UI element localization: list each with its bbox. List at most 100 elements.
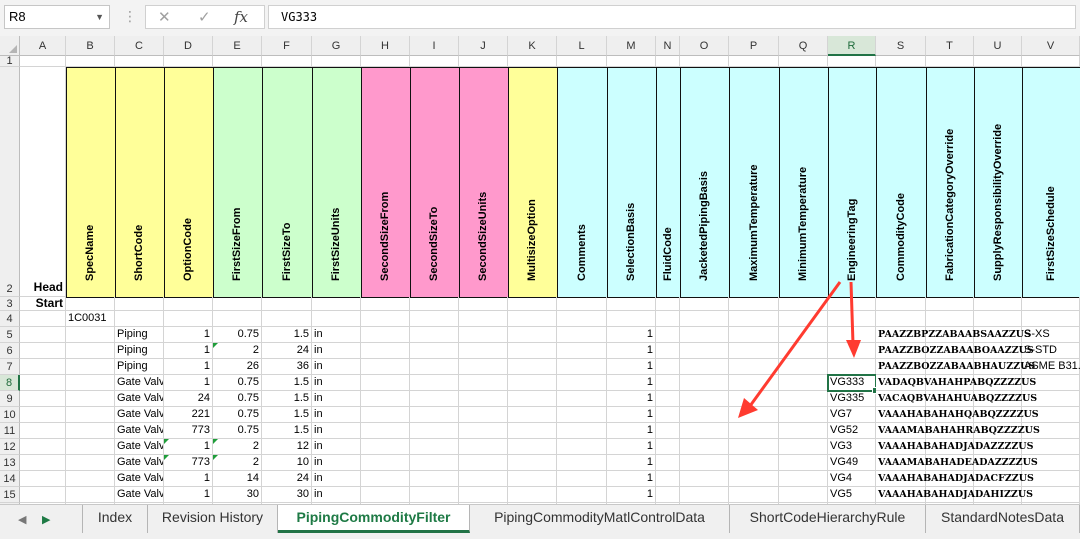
cell-m11[interactable]: 1 bbox=[607, 423, 656, 439]
cell-s10[interactable]: VAAAHABAHAHQABQZZZZUS bbox=[876, 407, 1039, 423]
cell-i9[interactable] bbox=[410, 391, 459, 407]
cell-t3[interactable] bbox=[926, 297, 974, 311]
cell-d7[interactable]: 1 bbox=[164, 359, 213, 375]
cell-o5[interactable] bbox=[680, 327, 729, 343]
cell-b13[interactable] bbox=[66, 455, 115, 471]
cell-q3[interactable] bbox=[779, 297, 828, 311]
cell-l11[interactable] bbox=[557, 423, 607, 439]
cell-c5[interactable]: Piping bbox=[115, 327, 164, 343]
cell-g1[interactable] bbox=[312, 56, 361, 67]
header-cell-m[interactable]: SelectionBasis bbox=[607, 67, 657, 298]
cell-a3[interactable]: Start bbox=[20, 297, 66, 311]
cell-h11[interactable] bbox=[361, 423, 410, 439]
cell-r4[interactable] bbox=[828, 311, 876, 327]
cell-i8[interactable] bbox=[410, 375, 459, 391]
cell-p12[interactable] bbox=[729, 439, 779, 455]
cell-i12[interactable] bbox=[410, 439, 459, 455]
column-header-i[interactable]: I bbox=[410, 36, 459, 56]
header-cell-c[interactable]: ShortCode bbox=[115, 67, 165, 298]
cell-m8[interactable]: 1 bbox=[607, 375, 656, 391]
cell-e4[interactable] bbox=[213, 311, 262, 327]
cell-c10[interactable]: Gate Valve bbox=[115, 407, 164, 423]
cell-j6[interactable] bbox=[459, 343, 508, 359]
insert-function-icon[interactable]: fx bbox=[234, 8, 248, 26]
cell-k8[interactable] bbox=[508, 375, 557, 391]
cell-f6[interactable]: 24 bbox=[262, 343, 312, 359]
cell-s12[interactable]: VAAAHABAHADJADAZZZZUS bbox=[876, 439, 1033, 455]
cell-h13[interactable] bbox=[361, 455, 410, 471]
column-header-l[interactable]: L bbox=[557, 36, 607, 56]
drag-handle-icon[interactable]: ⋮ bbox=[123, 8, 137, 25]
cell-s16[interactable]: VAAAHABAHADKADACFZZUS bbox=[876, 503, 926, 504]
cell-m10[interactable]: 1 bbox=[607, 407, 656, 423]
cell-m7[interactable]: 1 bbox=[607, 359, 656, 375]
cell-a4[interactable] bbox=[20, 311, 66, 327]
cell-f3[interactable] bbox=[262, 297, 312, 311]
cell-p9[interactable] bbox=[729, 391, 779, 407]
header-cell-e[interactable]: FirstSizeFrom bbox=[213, 67, 263, 298]
cell-f7[interactable]: 36 bbox=[262, 359, 312, 375]
cell-e10[interactable]: 0.75 bbox=[213, 407, 262, 423]
cell-m4[interactable] bbox=[607, 311, 656, 327]
cell-j10[interactable] bbox=[459, 407, 508, 423]
cell-l1[interactable] bbox=[557, 56, 607, 67]
cell-i11[interactable] bbox=[410, 423, 459, 439]
cell-f11[interactable]: 1.5 bbox=[262, 423, 312, 439]
row-header-5[interactable]: 5 bbox=[0, 327, 20, 343]
cell-s15[interactable]: VAAAHABAHADJADAHIZZUS bbox=[876, 487, 1033, 503]
cell-n7[interactable] bbox=[656, 359, 680, 375]
sheet-tab-revision-history[interactable]: Revision History bbox=[148, 505, 278, 533]
sheet-tab-pipingcommoditymatlcontroldata[interactable]: PipingCommodityMatlControlData bbox=[470, 505, 730, 533]
cell-f10[interactable]: 1.5 bbox=[262, 407, 312, 423]
cell-n10[interactable] bbox=[656, 407, 680, 423]
cell-h9[interactable] bbox=[361, 391, 410, 407]
cell-j14[interactable] bbox=[459, 471, 508, 487]
cell-d10[interactable]: 221 bbox=[164, 407, 213, 423]
cell-f5[interactable]: 1.5 bbox=[262, 327, 312, 343]
cell-h12[interactable] bbox=[361, 439, 410, 455]
header-cell-t[interactable]: FabricationCategoryOverride bbox=[926, 67, 975, 298]
cell-s3[interactable] bbox=[876, 297, 926, 311]
cell-n8[interactable] bbox=[656, 375, 680, 391]
cell-a9[interactable] bbox=[20, 391, 66, 407]
cell-e5[interactable]: 0.75 bbox=[213, 327, 262, 343]
cell-k10[interactable] bbox=[508, 407, 557, 423]
worksheet-grid[interactable]: A B C D E F G H I J K L M N O P Q R S T U V 1 2 Head SpecName Shor… bbox=[0, 36, 1080, 504]
cell-l15[interactable] bbox=[557, 487, 607, 503]
cell-k11[interactable] bbox=[508, 423, 557, 439]
cell-j5[interactable] bbox=[459, 327, 508, 343]
cell-i14[interactable] bbox=[410, 471, 459, 487]
cell-k15[interactable] bbox=[508, 487, 557, 503]
cell-k14[interactable] bbox=[508, 471, 557, 487]
cell-b10[interactable] bbox=[66, 407, 115, 423]
cell-d4[interactable] bbox=[164, 311, 213, 327]
column-header-e[interactable]: E bbox=[213, 36, 262, 56]
cell-i4[interactable] bbox=[410, 311, 459, 327]
cell-k12[interactable] bbox=[508, 439, 557, 455]
column-header-h[interactable]: H bbox=[361, 36, 410, 56]
header-cell-q[interactable]: MinimumTemperature bbox=[779, 67, 829, 298]
cell-e1[interactable] bbox=[213, 56, 262, 67]
header-cell-g[interactable]: FirstSizeUnits bbox=[312, 67, 362, 298]
cell-c8[interactable]: Gate Valve bbox=[115, 375, 164, 391]
row-header-9[interactable]: 9 bbox=[0, 391, 20, 407]
cell-l9[interactable] bbox=[557, 391, 607, 407]
cell-o8[interactable] bbox=[680, 375, 729, 391]
column-header-o[interactable]: O bbox=[680, 36, 729, 56]
cell-e15[interactable]: 30 bbox=[213, 487, 262, 503]
cell-e8[interactable]: 0.75 bbox=[213, 375, 262, 391]
cell-s6[interactable]: PAAZZBOZZABAABOAAZZUS bbox=[876, 343, 1034, 359]
cell-m1[interactable] bbox=[607, 56, 656, 67]
cell-h7[interactable] bbox=[361, 359, 410, 375]
cell-i10[interactable] bbox=[410, 407, 459, 423]
cell-c12[interactable]: Gate Valve bbox=[115, 439, 164, 455]
cell-r15[interactable]: VG5 bbox=[828, 487, 876, 503]
cell-i13[interactable] bbox=[410, 455, 459, 471]
cell-h1[interactable] bbox=[361, 56, 410, 67]
cell-j12[interactable] bbox=[459, 439, 508, 455]
cell-q6[interactable] bbox=[779, 343, 828, 359]
cell-j1[interactable] bbox=[459, 56, 508, 67]
cell-d9[interactable]: 24 bbox=[164, 391, 213, 407]
cell-i5[interactable] bbox=[410, 327, 459, 343]
cell-j13[interactable] bbox=[459, 455, 508, 471]
